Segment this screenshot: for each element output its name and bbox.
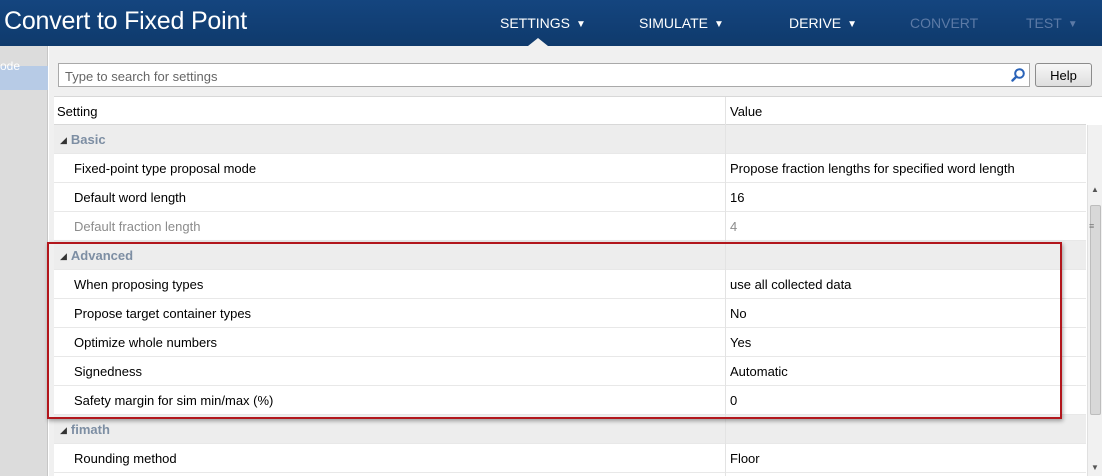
search-input[interactable] bbox=[65, 68, 965, 84]
tab-derive-label: DERIVE bbox=[789, 15, 842, 31]
tab-convert: CONVERT bbox=[910, 15, 978, 31]
tab-test-label: TEST bbox=[1026, 15, 1062, 31]
help-button[interactable]: Help bbox=[1035, 63, 1092, 87]
scroll-up-icon[interactable]: ▲ bbox=[1091, 185, 1099, 194]
column-header-value[interactable]: Value bbox=[730, 104, 762, 119]
group-name: fimath bbox=[70, 422, 110, 437]
setting-name: Default word length bbox=[74, 190, 187, 205]
setting-name: Safety margin for sim min/max (%) bbox=[74, 393, 274, 408]
table-row[interactable]: Fixed-point type proposal mode Propose f… bbox=[54, 154, 1086, 183]
app-title: Convert to Fixed Point bbox=[4, 7, 247, 35]
title-bar: Convert to Fixed Point SETTINGS ▼ SIMULAT… bbox=[0, 0, 1102, 46]
table-row[interactable]: Optimize whole numbers Yes bbox=[54, 328, 1086, 357]
setting-name: Fixed-point type proposal mode bbox=[74, 161, 257, 176]
table-row[interactable]: Safety margin for sim min/max (%) 0 bbox=[54, 386, 1086, 415]
tab-settings-label: SETTINGS bbox=[500, 15, 571, 31]
setting-name: Signedness bbox=[74, 364, 142, 379]
chevron-down-icon: ▼ bbox=[576, 19, 586, 30]
tab-test: TEST ▼ bbox=[1026, 15, 1078, 31]
chevron-down-icon: ▼ bbox=[1067, 19, 1078, 30]
group-label: ◢ Basic bbox=[60, 132, 106, 147]
table-row[interactable]: When proposing types use all collected d… bbox=[54, 270, 1086, 299]
setting-value[interactable]: 16 bbox=[730, 190, 744, 205]
group-row-basic[interactable]: ◢ Basic bbox=[54, 125, 1086, 154]
tab-convert-label: CONVERT bbox=[910, 15, 979, 31]
group-row-fimath[interactable]: ◢ fimath bbox=[54, 415, 1086, 444]
group-label: ◢ fimath bbox=[60, 422, 110, 437]
settings-table: Setting Value ◢ Basic Fixed-point type pr… bbox=[54, 96, 1102, 476]
chevron-down-icon: ▼ bbox=[847, 19, 858, 30]
tab-simulate-label: SIMULATE bbox=[639, 15, 708, 31]
collapse-triangle-icon[interactable]: ◢ bbox=[60, 425, 67, 435]
chevron-down-icon: ▼ bbox=[713, 19, 724, 30]
settings-panel: Help Setting Value ◢Basic Fixed-point ty… bbox=[49, 46, 1102, 476]
group-row-advanced[interactable]: ◢ Advanced bbox=[54, 241, 1086, 270]
table-row[interactable]: Signedness Automatic bbox=[54, 357, 1086, 386]
table-row[interactable]: Propose target container types No bbox=[54, 299, 1086, 328]
setting-value: 4 bbox=[730, 219, 738, 234]
vertical-scrollbar[interactable]: ▲ ≡ ▼ bbox=[1087, 125, 1102, 476]
tab-simulate[interactable]: SIMULATE ▼ bbox=[639, 15, 724, 31]
search-box[interactable] bbox=[58, 63, 1030, 87]
column-divider[interactable] bbox=[725, 97, 726, 476]
search-icon[interactable] bbox=[1010, 67, 1026, 83]
scrollbar-thumb[interactable] bbox=[1090, 205, 1101, 415]
column-header-setting[interactable]: Setting bbox=[57, 104, 97, 119]
setting-value[interactable]: 0 bbox=[730, 393, 737, 408]
setting-value[interactable]: use all collected data bbox=[730, 277, 851, 292]
collapse-triangle-icon[interactable]: ◢ bbox=[60, 251, 67, 261]
collapse-triangle-icon[interactable]: ◢ bbox=[60, 135, 67, 145]
setting-value[interactable]: No bbox=[730, 306, 747, 321]
group-name: Basic bbox=[70, 132, 106, 147]
table-row[interactable]: Default word length 16 bbox=[54, 183, 1086, 212]
table-row[interactable]: Rounding method Floor bbox=[54, 444, 1086, 473]
group-name: Advanced bbox=[70, 248, 134, 263]
table-header: Setting Value bbox=[54, 97, 1086, 125]
setting-value[interactable]: Propose fraction lengths for specified w… bbox=[730, 161, 1015, 176]
left-panel-label: ode bbox=[0, 59, 21, 73]
group-label: ◢ Advanced bbox=[60, 248, 133, 263]
setting-value[interactable]: Yes bbox=[730, 335, 751, 350]
setting-name: Optimize whole numbers bbox=[74, 335, 218, 350]
left-panel: ode bbox=[0, 46, 48, 476]
scrollbar-grip-icon: ≡ bbox=[1089, 221, 1095, 231]
table-row: Default fraction length 4 bbox=[54, 212, 1086, 241]
search-row: Help bbox=[49, 46, 1102, 96]
setting-value[interactable]: Floor bbox=[730, 451, 760, 466]
setting-value[interactable]: Automatic bbox=[730, 364, 788, 379]
setting-name: Default fraction length bbox=[74, 219, 201, 234]
setting-name: Rounding method bbox=[74, 451, 177, 466]
setting-name: When proposing types bbox=[74, 277, 204, 292]
tab-settings[interactable]: SETTINGS ▼ bbox=[500, 15, 586, 31]
tab-derive[interactable]: DERIVE ▼ bbox=[789, 15, 857, 31]
active-tab-indicator bbox=[528, 38, 548, 46]
setting-name: Propose target container types bbox=[74, 306, 252, 321]
scroll-down-icon[interactable]: ▼ bbox=[1091, 463, 1099, 472]
